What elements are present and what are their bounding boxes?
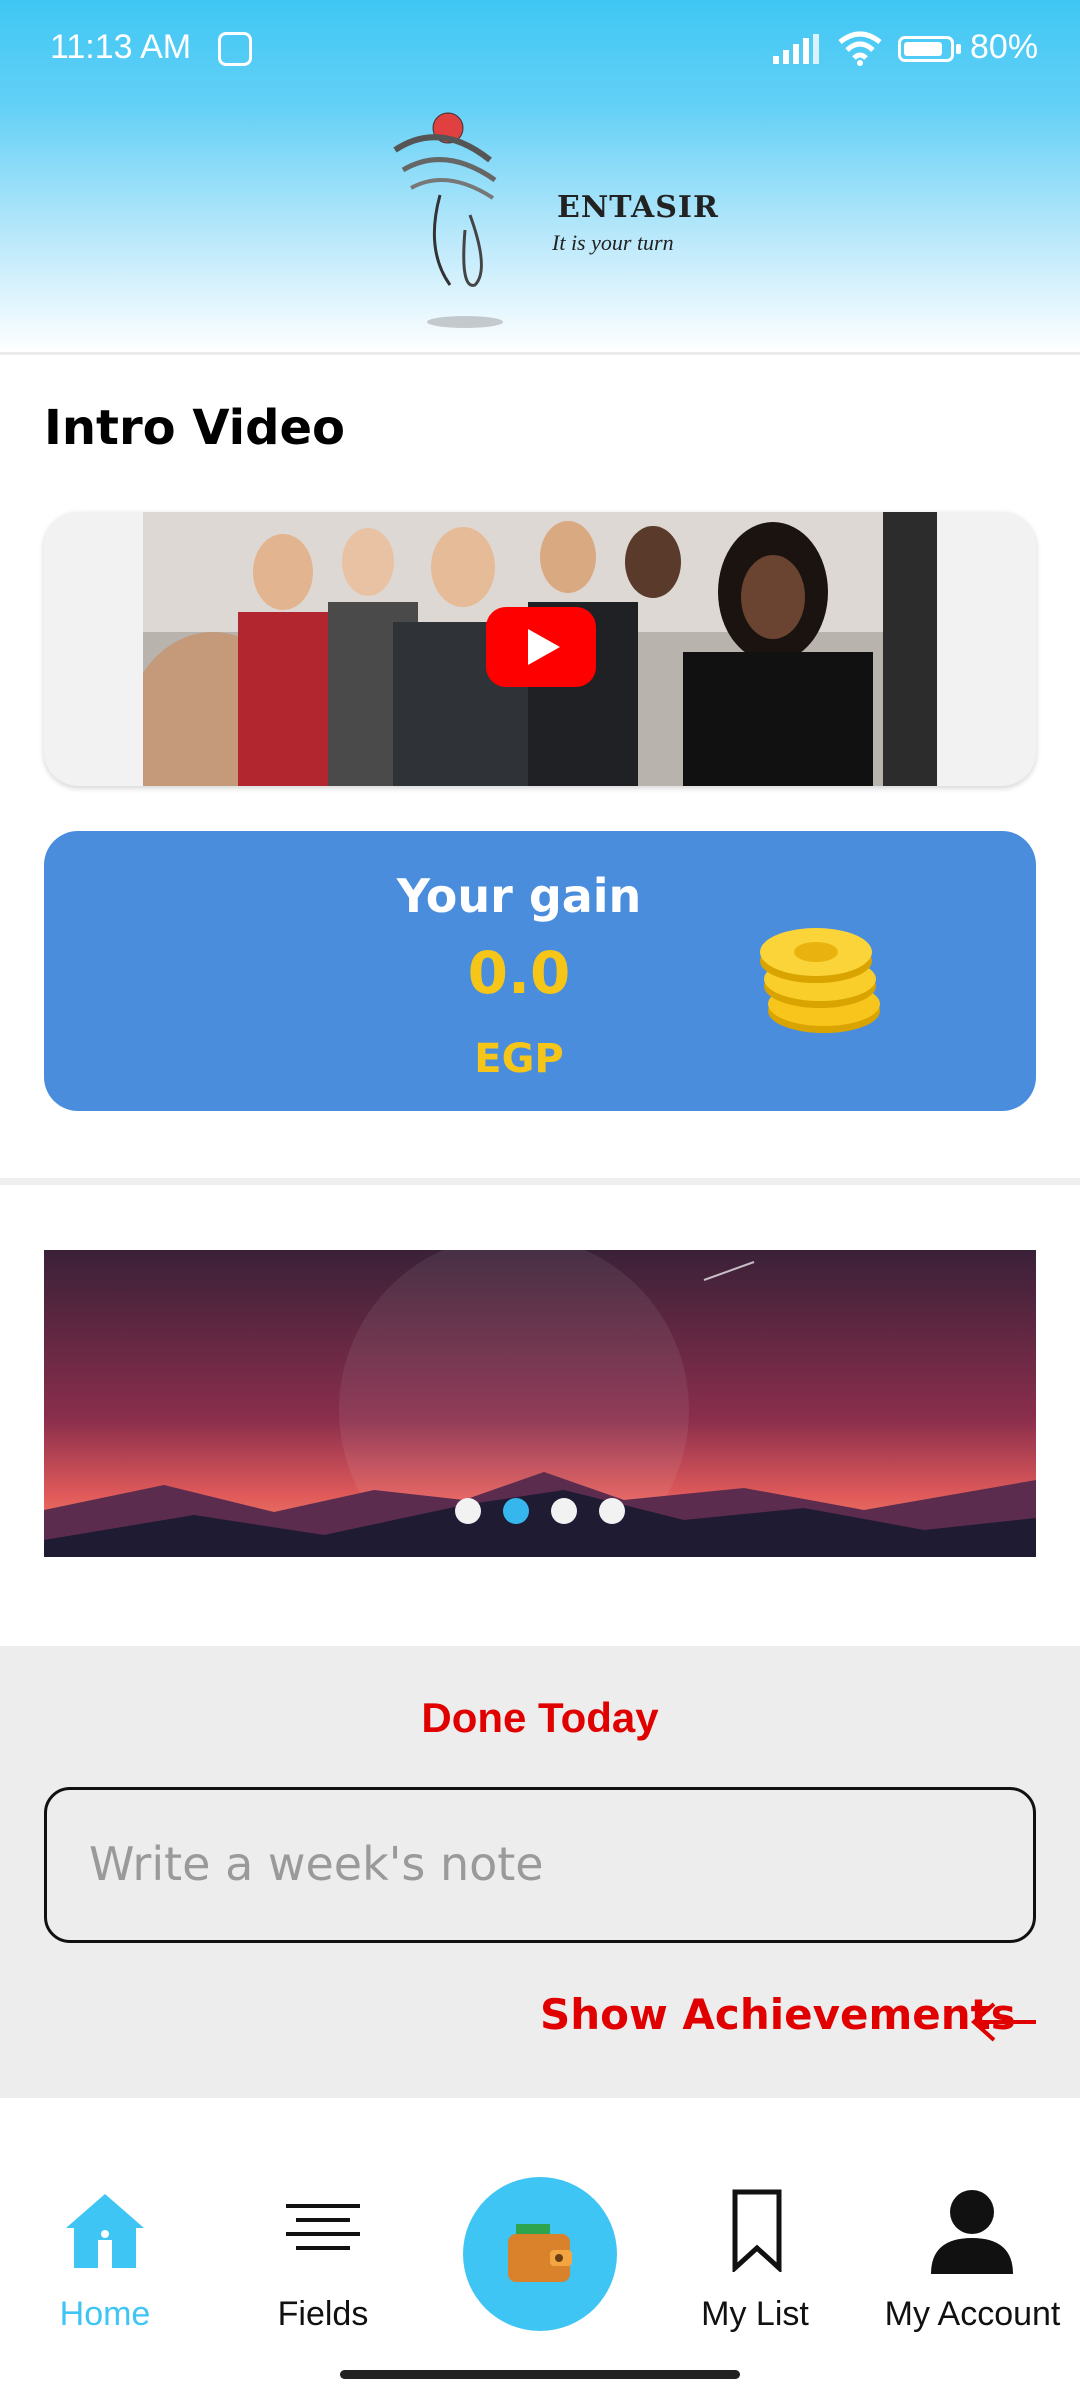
nav-my-list-label[interactable]: My List: [680, 2295, 830, 2334]
carousel-dot-3[interactable]: [551, 1498, 577, 1524]
nav-home-label[interactable]: Home: [30, 2295, 180, 2334]
brand-tagline: It is your turn: [552, 230, 674, 255]
brand-name: ENTASIR: [557, 190, 719, 225]
status-time: 11:13 AM: [50, 28, 192, 66]
section-divider: [0, 1178, 1080, 1185]
home-indicator[interactable]: [340, 2370, 740, 2379]
week-note-input[interactable]: Write a week's note: [44, 1787, 1036, 1943]
intro-video-card[interactable]: [44, 512, 1036, 786]
header-divider: [0, 352, 1080, 355]
fields-icon[interactable]: [280, 2200, 366, 2260]
wallet-icon: [508, 2224, 572, 2282]
arrow-left-icon[interactable]: [968, 2002, 1038, 2042]
banner-carousel[interactable]: [44, 1250, 1036, 1557]
signal-icon: [773, 34, 819, 64]
battery-cap: [956, 44, 961, 54]
carousel-dot-4[interactable]: [599, 1498, 625, 1524]
bookmark-icon[interactable]: [729, 2188, 785, 2272]
play-button-icon[interactable]: [486, 607, 596, 687]
account-icon[interactable]: [927, 2188, 1017, 2274]
carousel-dot-2[interactable]: [503, 1498, 529, 1524]
battery-percentage: 80%: [970, 28, 1039, 66]
done-today-title: Done Today: [421, 1694, 659, 1741]
gain-card: Your gain 0.0 EGP: [44, 831, 1036, 1111]
carousel-dot-1[interactable]: [455, 1498, 481, 1524]
wallet-button[interactable]: [463, 2177, 617, 2331]
coins-icon: [760, 928, 880, 1033]
nav-my-account-label[interactable]: My Account: [870, 2295, 1075, 2334]
show-achievements-link[interactable]: Show Achievements: [540, 1990, 1016, 2039]
battery-icon: [898, 36, 954, 62]
nav-fields-label[interactable]: Fields: [248, 2295, 398, 2334]
intro-video-title: Intro Video: [44, 400, 345, 456]
wifi-icon: [838, 31, 882, 66]
telegram-icon: [218, 32, 252, 66]
week-note-placeholder: Write a week's note: [89, 1837, 544, 1891]
home-icon[interactable]: [62, 2190, 148, 2270]
